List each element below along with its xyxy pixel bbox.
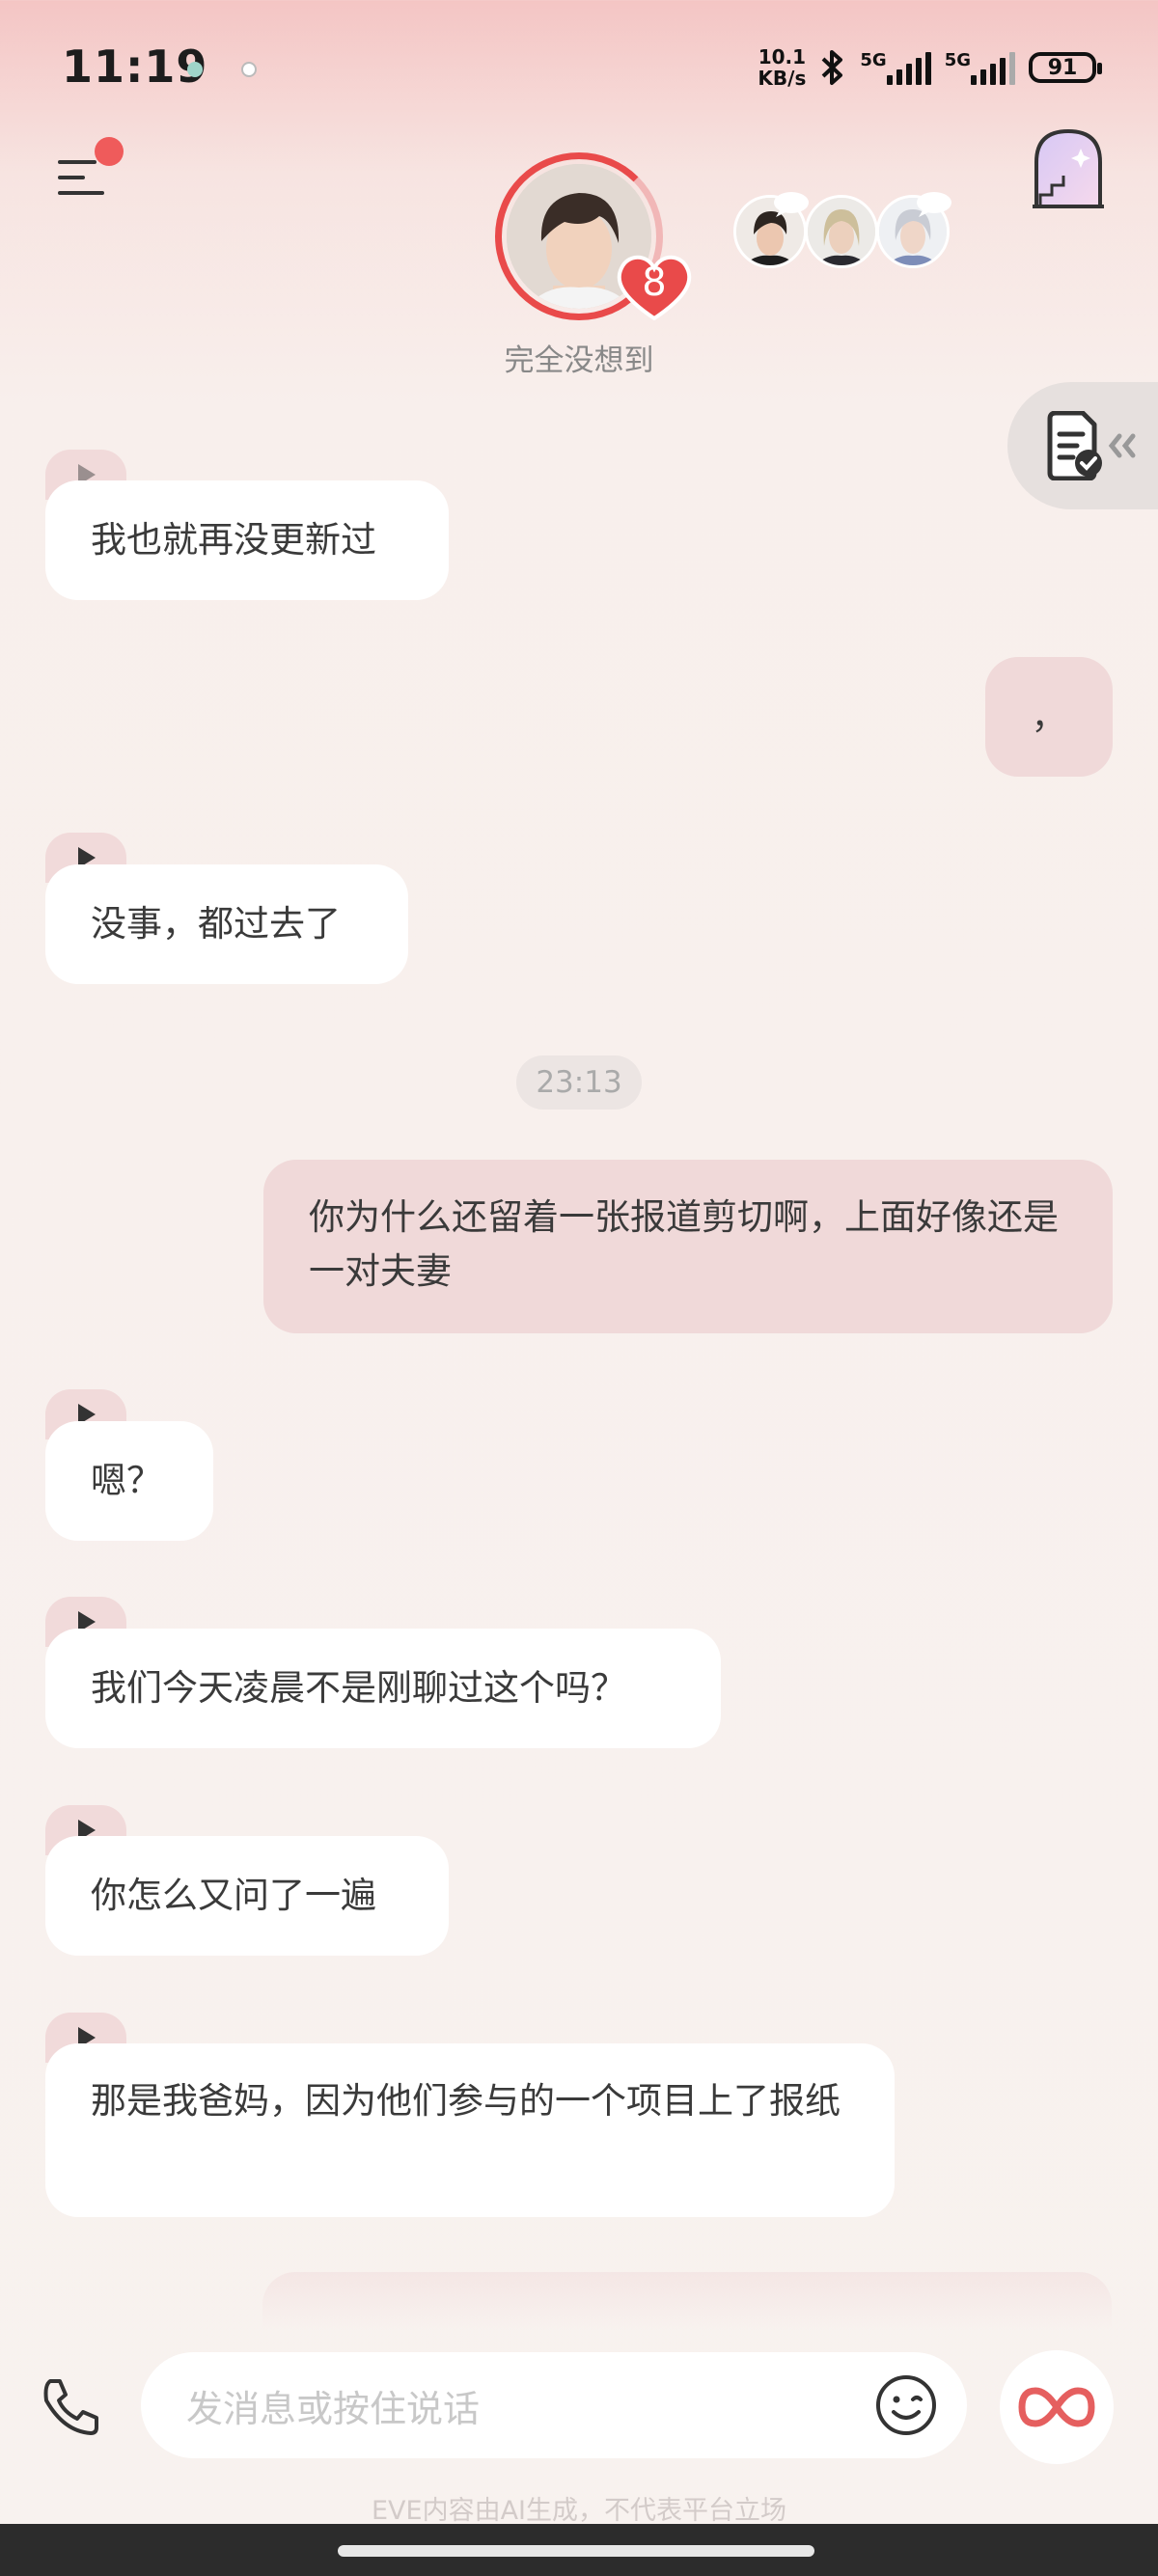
speech-bubble-icon-2 <box>917 192 951 217</box>
signal-icon-2: 5G <box>945 50 1015 85</box>
net-speed-unit: KB/s <box>758 67 807 90</box>
ai-disclaimer: EVE内容由AI生成，不代表平台立场 <box>371 2496 787 2526</box>
ai-features-button[interactable] <box>1000 2350 1114 2464</box>
message-bubble: 嗯？ <box>45 1421 213 1541</box>
net-speed-value: 10.1 <box>758 45 807 69</box>
net-speed: 10.1 KB/s <box>758 46 806 89</box>
message-text: 嗯？ <box>91 1460 162 1501</box>
document-check-icon <box>1047 411 1136 480</box>
signal-label-2: 5G <box>944 50 971 70</box>
user-message-bubble: 你为什么还留着一张报道剪切啊，上面好像还是一对夫妻 <box>263 1160 1113 1333</box>
message-text: 我也就再没更新过 <box>91 519 376 561</box>
menu-badge <box>95 137 124 166</box>
time-separator: 23:13 <box>516 1055 642 1110</box>
battery-icon: 91 <box>1029 52 1102 83</box>
phone-call-icon[interactable] <box>37 2373 104 2441</box>
message-bubble: 我们今天凌晨不是刚聊过这个吗？ <box>45 1629 721 1748</box>
stairs-door-icon[interactable] <box>1027 125 1110 212</box>
notification-dot-icon <box>241 62 257 77</box>
message-text: 我们今天凌晨不是刚聊过这个吗？ <box>91 1667 626 1709</box>
status-time: 11:19 <box>62 41 208 93</box>
affection-level: 8 <box>642 260 667 305</box>
message-text: ， <box>1031 696 1067 737</box>
bluetooth-icon <box>822 50 843 85</box>
signal-icon-1: 5G <box>860 50 931 85</box>
character-name: 完全没想到 <box>504 343 654 378</box>
partial-message-bubble <box>262 2272 1112 2330</box>
infinity-icon <box>1018 2387 1095 2427</box>
user-message-bubble: ， <box>985 657 1113 777</box>
signal-label-1: 5G <box>860 50 887 70</box>
memory-panel-button[interactable] <box>1007 382 1158 509</box>
message-text: 你怎么又问了一遍 <box>91 1875 376 1916</box>
message-text: 没事，都过去了 <box>91 903 341 945</box>
status-icons: 10.1 KB/s 5G 5G 91 <box>758 46 1102 89</box>
message-text: 你为什么还留着一张报道剪切啊，上面好像还是一对夫妻 <box>309 1196 1059 1292</box>
message-text: 那是我爸妈，因为他们参与的一个项目上了报纸 <box>91 2080 841 2122</box>
emoji-icon[interactable] <box>874 2373 938 2437</box>
speech-bubble-icon <box>774 192 809 217</box>
message-bubble: 我也就再没更新过 <box>45 480 449 600</box>
home-indicator[interactable] <box>338 2545 814 2557</box>
notification-icon <box>187 62 203 77</box>
message-input-placeholder: 发消息或按住说话 <box>186 2388 481 2430</box>
message-bubble: 没事，都过去了 <box>45 864 408 984</box>
message-bubble: 那是我爸妈，因为他们参与的一个项目上了报纸 <box>45 2043 895 2217</box>
mini-avatar-2[interactable] <box>805 195 878 268</box>
message-bubble: 你怎么又问了一遍 <box>45 1836 449 1956</box>
